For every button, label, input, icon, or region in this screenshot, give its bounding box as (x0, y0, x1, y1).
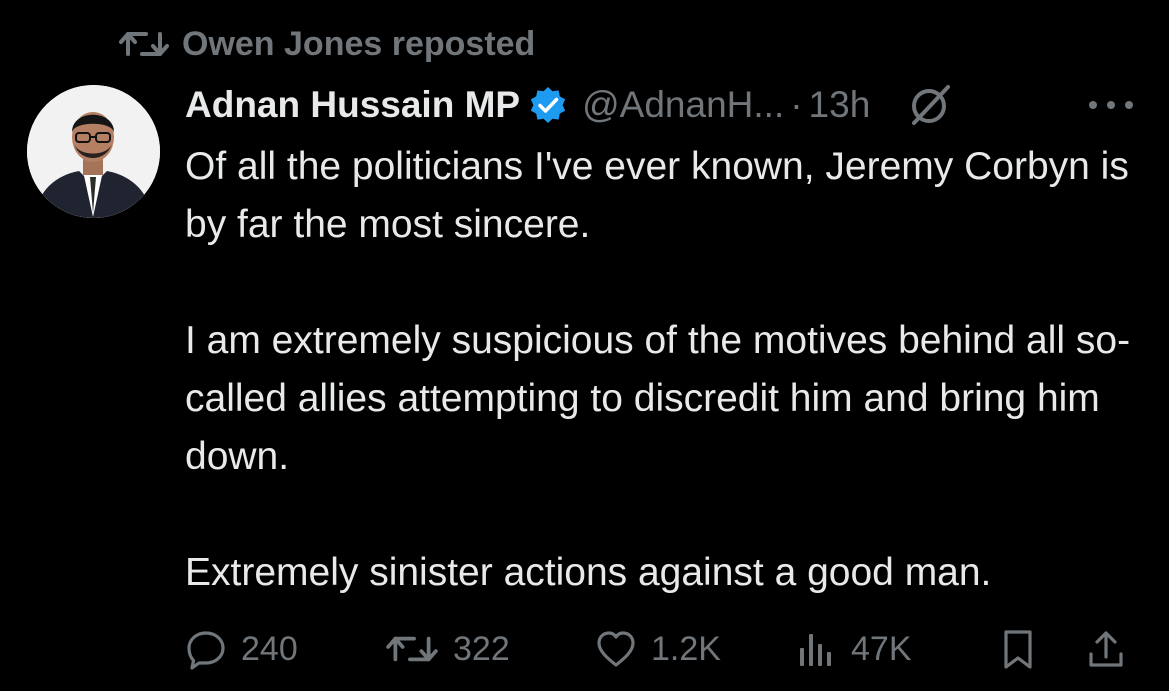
repost-button[interactable]: 322 (385, 620, 510, 678)
heart-icon (597, 631, 635, 667)
views-button[interactable]: 47K (795, 620, 912, 678)
grok-icon[interactable] (908, 83, 952, 127)
tweet-header: Adnan Hussain MP @AdnanH... · 13h (185, 80, 1139, 130)
timestamp[interactable]: 13h (809, 84, 871, 126)
repost-icon (386, 636, 438, 662)
reply-button[interactable]: 240 (185, 620, 298, 678)
tweet-paragraph: I am extremely suspicious of the motives… (185, 319, 1131, 478)
avatar[interactable] (27, 85, 160, 218)
tweet-paragraph: Of all the politicians I've ever known, … (185, 145, 1129, 246)
share-icon (1089, 631, 1123, 667)
repost-icon (119, 32, 169, 56)
reply-icon (187, 631, 225, 670)
more-icon[interactable] (1083, 90, 1139, 120)
share-button[interactable] (1085, 620, 1127, 678)
view-count: 47K (851, 629, 912, 668)
like-button[interactable]: 1.2K (595, 620, 721, 678)
reply-count: 240 (241, 629, 298, 668)
bookmark-button[interactable] (997, 620, 1039, 678)
repost-label[interactable]: Owen Jones reposted (182, 25, 535, 64)
analytics-icon (800, 634, 831, 666)
author-handle[interactable]: @AdnanH... (582, 84, 784, 126)
bookmark-icon (1004, 630, 1032, 669)
action-bar: 240 322 1.2K 47K (185, 620, 1145, 678)
repost-count: 322 (453, 629, 510, 668)
avatar-photo (27, 85, 160, 218)
like-count: 1.2K (651, 629, 721, 668)
author-name[interactable]: Adnan Hussain MP (185, 84, 520, 126)
verified-badge-icon[interactable] (528, 85, 568, 125)
header-separator: · (790, 84, 803, 125)
tweet-paragraph: Extremely sinister actions against a goo… (185, 551, 992, 594)
tweet-text: Of all the politicians I've ever known, … (185, 138, 1145, 602)
repost-context[interactable]: Owen Jones reposted (118, 22, 535, 66)
